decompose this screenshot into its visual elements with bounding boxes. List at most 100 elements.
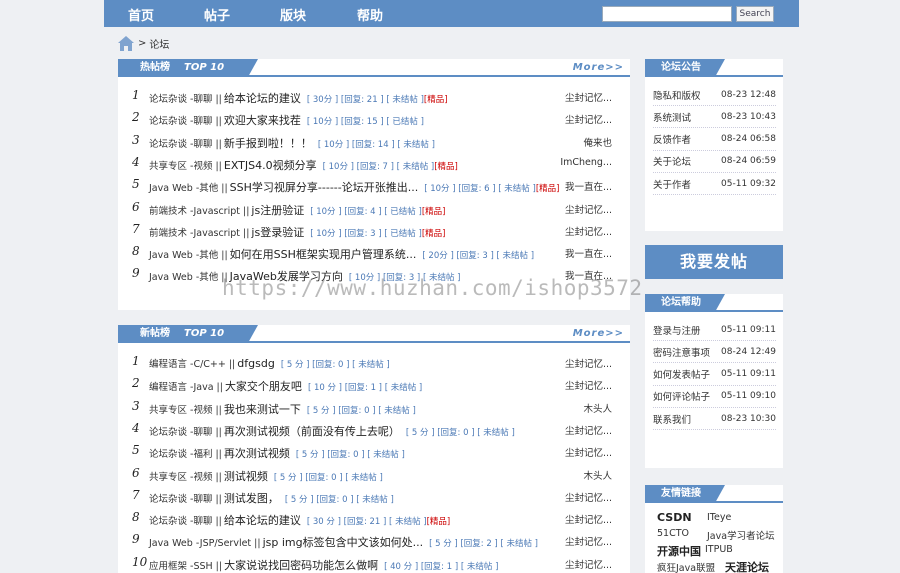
nav-posts[interactable]: 帖子: [204, 5, 230, 24]
help-item[interactable]: 联系我们 08-23 10:30: [653, 408, 776, 431]
topic-row[interactable]: 2 论坛杂谈 -聊聊 || 欢迎大家来找茬 [ 10分 ] [回复: 15 ] [ 已…: [118, 108, 630, 128]
link-crazy-java[interactable]: 疯狂Java联盟: [657, 560, 715, 573]
notice-item[interactable]: 反馈作者 08-24 06:58: [653, 129, 776, 151]
topic-category[interactable]: Java Web -其他 ||: [149, 183, 228, 194]
topic-author[interactable]: 尘封记忆...: [560, 202, 612, 216]
topic-category[interactable]: 共享专区 -视频 ||: [149, 405, 222, 416]
link-oschina[interactable]: 开源中国: [657, 543, 701, 559]
topic-category[interactable]: 共享专区 -视频 ||: [149, 472, 222, 483]
topic-category[interactable]: 论坛杂谈 -聊聊 ||: [149, 94, 222, 105]
topic-author[interactable]: 我一直在...: [560, 246, 612, 260]
topic-category[interactable]: 论坛杂谈 -聊聊 ||: [149, 427, 222, 438]
topic-author[interactable]: 尘封记忆...: [560, 356, 612, 370]
help-item[interactable]: 登录与注册 05-11 09:11: [653, 319, 776, 341]
nav-help[interactable]: 帮助: [357, 5, 383, 24]
topic-category[interactable]: Java Web -其他 ||: [149, 272, 228, 283]
topic-row[interactable]: 9 Java Web -JSP/Servlet || jsp img标签包含中文该如…: [118, 530, 630, 550]
notice-item[interactable]: 关于论坛 08-24 06:59: [653, 151, 776, 173]
topic-category[interactable]: 论坛杂谈 -聊聊 ||: [149, 516, 222, 527]
link-csdn[interactable]: CSDN: [657, 511, 692, 524]
home-icon[interactable]: [118, 35, 134, 51]
topic-category[interactable]: 应用框架 -SSH ||: [149, 561, 222, 572]
topic-category[interactable]: 编程语言 -Java ||: [149, 382, 223, 393]
topic-title[interactable]: EXTJS4.0视频分享: [224, 159, 317, 172]
topic-row[interactable]: 8 论坛杂谈 -聊聊 || 给本论坛的建议 [ 30 分 ] [回复: 21 ] [ …: [118, 508, 630, 528]
topic-row[interactable]: 1 编程语言 -C/C++ || dfgsdg [ 5 分 ] [回复: 0 ] [ …: [118, 352, 630, 372]
help-item[interactable]: 密码注意事项 08-24 12:49: [653, 341, 776, 364]
topic-row[interactable]: 10 应用框架 -SSH || 大家说说找回密码功能怎么做啊 [ 40 分 ] [回复…: [118, 553, 630, 573]
breadcrumb-current[interactable]: 论坛: [149, 36, 169, 51]
topic-title[interactable]: js注册验证: [251, 204, 304, 217]
new-post-button[interactable]: 我要发帖: [645, 245, 783, 279]
topic-title[interactable]: 再次测试视频（前面没有传上去呢）: [224, 425, 400, 438]
topic-author[interactable]: 我一直在...: [560, 179, 612, 193]
topic-title[interactable]: jsp img标签包含中文该如何处...: [263, 536, 424, 549]
link-java-forum[interactable]: Java学习者论坛: [707, 528, 775, 542]
topic-author[interactable]: 尘封记忆...: [560, 534, 612, 548]
notice-item[interactable]: 关于作者 05-11 09:32: [653, 173, 776, 196]
topic-author[interactable]: 尘封记忆...: [560, 423, 612, 437]
topic-row[interactable]: 7 论坛杂谈 -聊聊 || 测试发图， [ 5 分 ] [回复: 0 ] [ 未结帖 …: [118, 486, 630, 506]
topic-author[interactable]: 尘封记忆...: [560, 378, 612, 392]
topic-author[interactable]: 尘封记忆...: [560, 112, 612, 126]
topic-title[interactable]: SSH学习视屏分享------论坛开张推出...: [230, 181, 419, 194]
topic-author[interactable]: 尘封记忆...: [560, 90, 612, 104]
notice-item[interactable]: 系统测试 08-23 10:43: [653, 106, 776, 129]
topic-author[interactable]: 尘封记忆...: [560, 224, 612, 238]
topic-category[interactable]: 共享专区 -视频 ||: [149, 161, 222, 172]
topic-title[interactable]: 欢迎大家来找茬: [224, 114, 301, 127]
nav-boards[interactable]: 版块: [280, 5, 306, 24]
help-item[interactable]: 如何评论帖子 05-11 09:10: [653, 386, 776, 408]
topic-row[interactable]: 3 论坛杂谈 -聊聊 || 新手报到啦！！！ [ 10分 ] [回复: 14 ] [ …: [118, 131, 630, 151]
topic-category[interactable]: 编程语言 -C/C++ ||: [149, 359, 235, 370]
topic-category[interactable]: 前端技术 -Javascript ||: [149, 228, 249, 239]
topic-title[interactable]: js登录验证: [251, 226, 304, 239]
topic-row[interactable]: 5 论坛杂谈 -福利 || 再次测试视频 [ 5 分 ] [回复: 0 ] [ 未结帖…: [118, 441, 630, 461]
topic-title[interactable]: 大家说说找回密码功能怎么做啊: [224, 559, 378, 572]
topic-author[interactable]: 木头人: [560, 468, 612, 482]
topic-author[interactable]: 木头人: [560, 401, 612, 415]
topic-title[interactable]: 给本论坛的建议: [224, 514, 301, 527]
topic-row[interactable]: 9 Java Web -其他 || JavaWeb发展学习方向 [ 10分 ] [回复…: [118, 264, 630, 284]
topic-title[interactable]: 如何在用SSH框架实现用户管理系统...: [230, 248, 417, 261]
topic-category[interactable]: 论坛杂谈 -福利 ||: [149, 449, 222, 460]
topic-title[interactable]: 测试视频: [224, 470, 268, 483]
topic-row[interactable]: 6 前端技术 -Javascript || js注册验证 [ 10分 ] [回复: 4…: [118, 198, 630, 218]
link-iteye[interactable]: ITeye: [707, 512, 731, 523]
topic-row[interactable]: 5 Java Web -其他 || SSH学习视屏分享------论坛开张推出...…: [118, 175, 630, 195]
topic-title[interactable]: 新手报到啦！！！: [224, 137, 312, 150]
topic-title[interactable]: 测试发图，: [224, 492, 279, 505]
topic-author[interactable]: 尘封记忆...: [560, 557, 612, 571]
topic-row[interactable]: 4 共享专区 -视频 || EXTJS4.0视频分享 [ 10分 ] [回复: 7 ]…: [118, 153, 630, 173]
topic-author[interactable]: 尘封记忆...: [560, 512, 612, 526]
topic-row[interactable]: 1 论坛杂谈 -聊聊 || 给本论坛的建议 [ 30分 ] [回复: 21 ] [ 未…: [118, 86, 630, 106]
topic-author[interactable]: 我一直在...: [560, 268, 612, 282]
topic-row[interactable]: 8 Java Web -其他 || 如何在用SSH框架实现用户管理系统... [ 20…: [118, 242, 630, 262]
topic-category[interactable]: 论坛杂谈 -聊聊 ||: [149, 139, 222, 150]
topic-category[interactable]: 论坛杂谈 -聊聊 ||: [149, 116, 222, 127]
topic-row[interactable]: 7 前端技术 -Javascript || js登录验证 [ 10分 ] [回复: 3…: [118, 220, 630, 240]
latest-topics-more-link[interactable]: More>>: [573, 328, 624, 339]
topic-title[interactable]: dfgsdg: [237, 357, 275, 370]
notice-item[interactable]: 隐私和版权 08-23 12:48: [653, 84, 776, 106]
nav-home[interactable]: 首页: [128, 5, 154, 24]
topic-category[interactable]: Java Web -其他 ||: [149, 250, 228, 261]
topic-author[interactable]: 俺来也: [560, 135, 612, 149]
topic-category[interactable]: 论坛杂谈 -聊聊 ||: [149, 494, 222, 505]
topic-row[interactable]: 3 共享专区 -视频 || 我也来测试一下 [ 5 分 ] [回复: 0 ] [ 未结…: [118, 397, 630, 417]
topic-title[interactable]: JavaWeb发展学习方向: [230, 270, 343, 283]
link-itpub[interactable]: ITPUB: [705, 544, 733, 555]
hot-topics-more-link[interactable]: More>>: [573, 62, 624, 73]
topic-row[interactable]: 6 共享专区 -视频 || 测试视频 [ 5 分 ] [回复: 0 ] [ 未结帖 ]…: [118, 464, 630, 484]
topic-author[interactable]: ImCheng...: [560, 157, 612, 168]
search-button[interactable]: Search: [736, 6, 774, 22]
topic-title[interactable]: 我也来测试一下: [224, 403, 301, 416]
topic-category[interactable]: Java Web -JSP/Servlet ||: [149, 538, 261, 549]
topic-row[interactable]: 4 论坛杂谈 -聊聊 || 再次测试视频（前面没有传上去呢） [ 5 分 ] [回复:…: [118, 419, 630, 439]
help-item[interactable]: 如何发表帖子 05-11 09:11: [653, 364, 776, 386]
link-51cto[interactable]: 51CTO: [657, 528, 689, 539]
topic-category[interactable]: 前端技术 -Javascript ||: [149, 206, 249, 217]
topic-row[interactable]: 2 编程语言 -Java || 大家交个朋友吧 [ 10 分 ] [回复: 1 ] […: [118, 374, 630, 394]
topic-title[interactable]: 再次测试视频: [224, 447, 290, 460]
topic-title[interactable]: 大家交个朋友吧: [225, 380, 302, 393]
